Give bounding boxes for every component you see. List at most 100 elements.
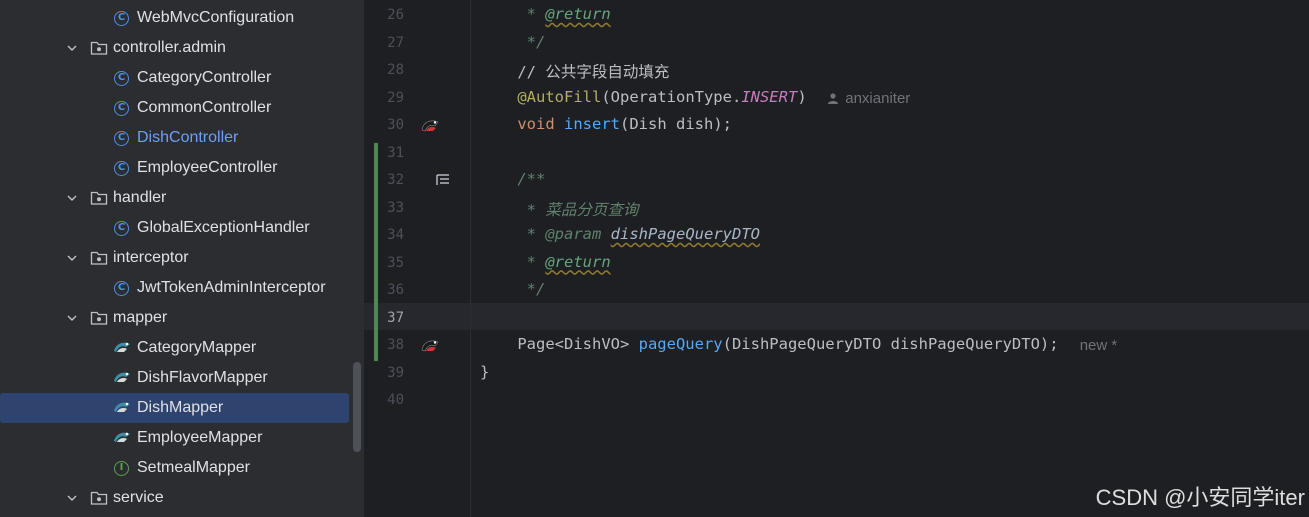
tree-item-service[interactable]: service	[0, 483, 350, 513]
tree-item-label: CategoryMapper	[137, 339, 257, 356]
code-line[interactable]: */	[480, 280, 546, 298]
class-icon: C	[114, 221, 129, 236]
line-number: 35	[387, 254, 404, 271]
class-icon: C	[114, 71, 129, 86]
class-icon: C	[114, 161, 129, 176]
tree-item-label: DishFlavorMapper	[137, 369, 268, 386]
tree-item-handler[interactable]: handler	[0, 183, 350, 213]
code-token: pageQuery	[638, 335, 723, 353]
line-number: 34	[387, 227, 404, 243]
chevron-down-icon[interactable]	[66, 252, 78, 264]
code-line[interactable]: @AutoFill(OperationType.INSERT)	[480, 87, 807, 106]
tree-item-commoncontroller[interactable]: C CommonController	[0, 93, 350, 123]
tree-item-jwttokenadmininterceptor[interactable]: C JwtTokenAdminInterceptor	[0, 273, 350, 303]
tree-item-label: WebMvcConfiguration	[137, 9, 295, 26]
tree-item-globalexceptionhandler[interactable]: C GlobalExceptionHandler	[0, 213, 350, 243]
chevron-down-icon[interactable]	[66, 42, 78, 54]
line-number: 40	[387, 392, 404, 408]
code-line[interactable]: * @return	[480, 253, 611, 271]
class-icon: C	[114, 131, 129, 146]
mybatis-mapper-icon	[112, 369, 132, 385]
code-line[interactable]: * @return	[480, 5, 611, 23]
user-icon	[827, 90, 845, 107]
code-token: */	[480, 280, 546, 298]
code-token: /**	[480, 170, 546, 188]
line-number: 29	[387, 89, 404, 106]
code-line[interactable]: void insert(Dish dish);	[480, 115, 732, 133]
folder-icon	[90, 190, 108, 206]
code-token: //	[480, 63, 546, 81]
code-token: }	[480, 362, 490, 381]
line-number: 37	[387, 309, 404, 326]
tree-item-label: CommonController	[137, 99, 272, 116]
tree-item-setmealmapper[interactable]: I SetmealMapper	[0, 453, 350, 483]
tree-item-label: mapper	[113, 309, 168, 326]
watermark: CSDN @小安同学iter	[1095, 485, 1305, 510]
code-line[interactable]: // 公共字段自动填充	[480, 60, 669, 82]
tree-item-label: EmployeeMapper	[137, 429, 263, 446]
tree-item-label: controller.admin	[113, 39, 226, 56]
line-number: 39	[387, 364, 404, 381]
tree-item-label: interceptor	[113, 249, 189, 266]
tree-item-controller-admin[interactable]: controller.admin	[0, 33, 350, 63]
mybatis-mapper-icon	[112, 399, 132, 415]
tree-item-label: DishMapper	[137, 399, 224, 416]
tree-item-mapper[interactable]: mapper	[0, 303, 350, 333]
tree-item-label: SetmealMapper	[137, 459, 250, 476]
mybatis-navigate-icon[interactable]	[420, 337, 440, 355]
author-hint[interactable]: anxianiter	[827, 90, 910, 107]
tree-item-interceptor[interactable]: interceptor	[0, 243, 350, 273]
mybatis-navigate-icon[interactable]	[420, 117, 440, 135]
folder-icon	[90, 250, 108, 266]
render-doc-icon[interactable]	[435, 172, 455, 190]
tree-item-dishmapper[interactable]: DishMapper	[0, 393, 349, 423]
code-token: void	[480, 115, 564, 133]
line-number: 26	[387, 7, 404, 23]
hint-text: new *	[1079, 337, 1118, 354]
line-number: 31	[387, 144, 404, 161]
code-editor[interactable]: 26 * @return 27 */ 28 // 公共字段自动填充 29 @AutoF…	[364, 0, 1309, 517]
tree-item-label: service	[113, 489, 164, 506]
code-token: )	[797, 87, 807, 106]
vcs-new-hint[interactable]: new *	[1080, 337, 1118, 354]
code-token: dishPageQueryDTO	[610, 225, 760, 243]
tree-item-label: JwtTokenAdminInterceptor	[137, 279, 326, 296]
chevron-down-icon[interactable]	[66, 192, 78, 204]
line-number: 28	[387, 62, 404, 78]
line-number: 38	[387, 337, 404, 353]
mybatis-mapper-icon	[112, 429, 132, 445]
code-token: @return	[545, 5, 611, 23]
code-line[interactable]: Page<DishVO> pageQuery(DishPageQueryDTO …	[480, 335, 1058, 353]
tree-item-dishcontroller[interactable]: C DishController	[0, 123, 350, 153]
code-line[interactable]: }	[480, 363, 489, 381]
code-line[interactable]: * @param dishPageQueryDTO	[480, 225, 760, 243]
tree-item-webmvcconfiguration[interactable]: C WebMvcConfiguration	[0, 3, 350, 33]
code-token: *	[480, 5, 546, 23]
code-token: insert	[564, 115, 620, 133]
chevron-down-icon[interactable]	[66, 492, 78, 504]
code-line[interactable]: */	[480, 32, 546, 51]
tree-item-categorycontroller[interactable]: C CategoryController	[0, 63, 350, 93]
line-number: 30	[387, 117, 404, 133]
tree-item-label: DishController	[137, 129, 239, 146]
code-token: (OperationType.	[601, 87, 742, 106]
tree-item-employeecontroller[interactable]: C EmployeeController	[0, 153, 350, 183]
tree-item-employeemapper[interactable]: EmployeeMapper	[0, 423, 350, 453]
code-line[interactable]: * 菜品分页查询	[480, 198, 639, 220]
line-number: 36	[387, 282, 404, 298]
tree-item-categorymapper[interactable]: CategoryMapper	[0, 333, 350, 363]
line-number: 32	[387, 172, 404, 188]
vcs-added-marker[interactable]	[374, 142, 378, 361]
line-number: 33	[387, 199, 404, 216]
gutter-separator	[470, 0, 471, 517]
tree-item-label: GlobalExceptionHandler	[137, 219, 310, 236]
tree-scrollbar[interactable]	[353, 362, 361, 452]
code-token: *	[480, 200, 546, 219]
hint-text: anxianiter	[845, 89, 911, 107]
tree-item-dishflavormapper[interactable]: DishFlavorMapper	[0, 363, 350, 393]
code-line[interactable]: /**	[480, 170, 545, 188]
chevron-down-icon[interactable]	[66, 312, 78, 324]
interface-icon: I	[114, 461, 129, 476]
code-token: */	[480, 32, 546, 51]
